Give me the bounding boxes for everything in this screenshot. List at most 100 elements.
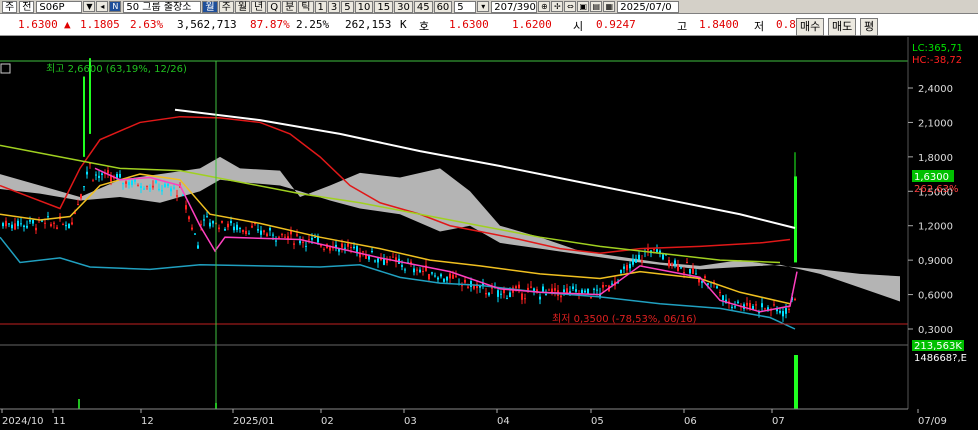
candle-body (107, 170, 109, 174)
candle-body (623, 266, 625, 269)
amount-value: 262,153 (345, 18, 392, 31)
candle-body (5, 220, 7, 227)
low-annotation: 최저 0,3500 (-78,53%, 06/16) (552, 313, 697, 325)
candle-body (461, 285, 463, 287)
volume-bar (215, 403, 217, 409)
candle-body (119, 174, 121, 178)
tab-0[interactable]: 월 (202, 0, 218, 13)
candle-body (239, 228, 241, 230)
candle-body (191, 227, 193, 230)
save-icon[interactable]: ▤ (590, 1, 603, 12)
candle-body (383, 258, 385, 265)
period-15[interactable]: 15 (374, 0, 394, 13)
zoom-icon[interactable]: ⊕ (538, 1, 551, 12)
last-price-label: 1,6300 (914, 172, 949, 183)
last-candle (794, 176, 797, 263)
period-45[interactable]: 45 (413, 0, 433, 13)
candle-body (518, 284, 520, 289)
candle-body (50, 224, 52, 227)
code-input[interactable]: S06P (36, 0, 83, 13)
price-chart[interactable]: 최고 2,6600 (63,19%, 12/26) 최저 0,3500 (-78… (0, 37, 978, 430)
crosshair-icon[interactable]: ✢ (551, 1, 564, 12)
candle-body (548, 289, 550, 291)
candle-body (779, 310, 781, 313)
search-icon[interactable]: ▼ (83, 1, 96, 12)
candle-body (161, 190, 163, 192)
candle-body (212, 221, 214, 224)
candle-body (545, 294, 547, 296)
candle-body (362, 251, 364, 253)
candle-body (167, 183, 169, 187)
lock-icon[interactable]: ▣ (577, 1, 590, 12)
candle-body (323, 248, 325, 250)
candle-body (731, 306, 733, 308)
candle-body (431, 272, 433, 274)
group-select[interactable]: 50 그룹 출장소 (123, 0, 202, 13)
candle-body (311, 237, 313, 240)
candle-body (374, 260, 376, 262)
candle-body (671, 263, 673, 266)
period-30[interactable]: 30 (394, 0, 413, 13)
candle-body (446, 276, 448, 281)
candle-body (416, 269, 418, 271)
period-1[interactable]: 1 (314, 0, 327, 13)
y-tick-label: 1,2000 (918, 222, 953, 233)
candle-body (356, 246, 358, 252)
calendar-icon[interactable]: ▦ (603, 1, 616, 12)
market-select[interactable]: 주 (2, 0, 18, 13)
news-icon[interactable]: N (109, 1, 122, 12)
date-input[interactable]: 2025/07/0 (617, 0, 680, 13)
candle-body (20, 223, 22, 225)
y-tick-label: 2,1000 (918, 118, 953, 129)
trading-window: 주 전 S06P ▼ ◂ N 50 그룹 출장소 월 주 월 년 Q 분 틱 1… (0, 0, 978, 430)
expand-icon[interactable]: ⇔ (564, 1, 577, 12)
period-5[interactable]: 5 (341, 0, 354, 13)
candle-body (470, 281, 472, 287)
candle-body (584, 290, 586, 293)
candle-body (386, 259, 388, 264)
tab-1[interactable]: 주 (218, 0, 234, 13)
candle-body (23, 225, 25, 228)
top-toolbar: 주 전 S06P ▼ ◂ N 50 그룹 출장소 월 주 월 년 Q 분 틱 1… (0, 0, 978, 14)
candle-body (137, 185, 139, 187)
candle-body (35, 227, 37, 231)
candle-body (668, 259, 670, 267)
period-select[interactable]: 5 (454, 0, 477, 13)
tab-6[interactable]: 틱 (298, 0, 314, 13)
period-10[interactable]: 10 (354, 0, 374, 13)
candle-body (371, 251, 373, 253)
candle-body (662, 254, 664, 260)
buy-button[interactable]: 매수 (796, 18, 825, 36)
tab-2[interactable]: 월 (234, 0, 251, 13)
candle-body (677, 265, 679, 272)
candle-body (521, 293, 523, 300)
candle-body (611, 283, 613, 285)
candle-body (488, 292, 490, 296)
tab-3[interactable]: 년 (251, 0, 267, 13)
candle-body (242, 229, 244, 232)
candle-body (722, 295, 724, 301)
eval-button[interactable]: 평 (860, 18, 879, 36)
sell-button[interactable]: 매도 (828, 18, 857, 36)
candle-body (128, 182, 130, 186)
candle-body (329, 247, 331, 251)
type-select[interactable]: 전 (19, 0, 35, 13)
candle-body (755, 304, 757, 306)
candle-body (674, 260, 676, 265)
candle-body (419, 269, 421, 273)
candle-body (428, 273, 430, 280)
change-percent: 2.63% (130, 18, 164, 31)
candle-body (17, 220, 19, 227)
candle-body (152, 185, 154, 188)
dropdown-icon[interactable]: ▾ (477, 1, 490, 12)
period-3[interactable]: 3 (327, 0, 341, 13)
candle-body (638, 254, 640, 260)
period-60[interactable]: 60 (433, 0, 453, 13)
tab-5[interactable]: 분 (282, 0, 298, 13)
candle-body (101, 173, 103, 175)
sound-icon[interactable]: ◂ (96, 1, 109, 12)
candle-body (524, 298, 526, 300)
tab-4[interactable]: Q (267, 0, 282, 13)
candle-body (95, 174, 97, 176)
candle-body (302, 241, 304, 243)
